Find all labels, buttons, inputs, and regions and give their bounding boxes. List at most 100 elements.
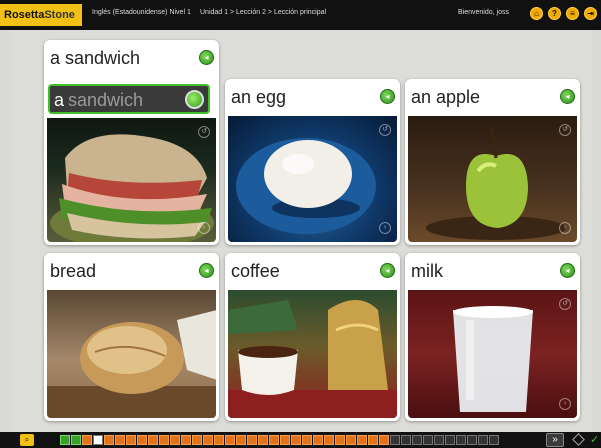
welcome-text: Bienvenido, joss — [458, 9, 509, 16]
answer-ghost-text: sandwich — [68, 90, 144, 110]
photo-egg[interactable]: ↺ › — [228, 116, 397, 242]
progress-cell[interactable] — [148, 435, 158, 445]
speaker-icon[interactable]: ◂ — [199, 263, 214, 278]
progress-cell[interactable] — [368, 435, 378, 445]
progress-cell[interactable] — [236, 435, 246, 445]
logo-text-stone: Stone — [44, 9, 75, 21]
progress-cell[interactable] — [181, 435, 191, 445]
exit-icon[interactable]: ⇥ — [584, 7, 597, 20]
progress-cell[interactable] — [478, 435, 488, 445]
card-word: a sandwich — [50, 48, 141, 68]
progress-track — [60, 435, 499, 445]
card-word: bread — [50, 261, 97, 281]
replay-icon[interactable]: ↺ — [379, 124, 391, 136]
photo-milk[interactable]: ↺ › — [408, 290, 577, 418]
progress-cell[interactable] — [137, 435, 147, 445]
progress-cell[interactable] — [280, 435, 290, 445]
photo-apple[interactable]: ↺ › — [408, 116, 577, 242]
course-name: Inglés (Estadounidense) Nivel 1 — [92, 9, 191, 16]
progress-cell[interactable] — [423, 435, 433, 445]
progress-cell[interactable] — [82, 435, 92, 445]
photo-bread[interactable] — [47, 290, 216, 418]
card-sandwich[interactable]: a sandwich ◂ a sandwich ↺ › — [44, 40, 219, 245]
card-word: milk — [411, 261, 443, 281]
card-milk[interactable]: milk ◂ ↺ › — [405, 253, 580, 421]
progress-cell[interactable] — [192, 435, 202, 445]
bottom-bar: ⌕ » ✓ — [0, 432, 601, 448]
top-icons: ⌂ ? ≡ ⇥ — [530, 7, 597, 20]
progress-cell[interactable] — [159, 435, 169, 445]
answer-input[interactable]: a sandwich — [48, 84, 210, 114]
apple-illustration — [426, 127, 566, 240]
progress-cell[interactable] — [93, 435, 103, 445]
progress-cell[interactable] — [390, 435, 400, 445]
speaker-icon[interactable]: ◂ — [199, 50, 214, 65]
progress-cell[interactable] — [214, 435, 224, 445]
speaker-icon[interactable]: ◂ — [380, 89, 395, 104]
rosetta-stone-logo: RosettaStone — [0, 4, 82, 26]
info-icon[interactable]: › — [379, 222, 391, 234]
progress-cell[interactable] — [456, 435, 466, 445]
card-egg[interactable]: an egg ◂ ↺ › — [225, 79, 400, 245]
settings-icon[interactable]: ≡ — [566, 7, 579, 20]
speaker-icon[interactable]: ◂ — [560, 263, 575, 278]
check-icon: ✓ — [590, 434, 600, 446]
progress-cell[interactable] — [269, 435, 279, 445]
info-icon[interactable]: › — [198, 222, 210, 234]
progress-cell[interactable] — [291, 435, 301, 445]
progress-cell[interactable] — [203, 435, 213, 445]
home-icon[interactable]: ⌂ — [530, 7, 543, 20]
top-bar: RosettaStone Inglés (Estadounidense) Niv… — [0, 0, 601, 30]
milk-illustration — [453, 306, 533, 412]
card-word: an egg — [231, 87, 287, 107]
card-apple[interactable]: an apple ◂ ↺ › — [405, 79, 580, 245]
progress-cell[interactable] — [412, 435, 422, 445]
breadcrumb: Unidad 1 > Lección 2 > Lección principal — [200, 9, 327, 16]
help-icon[interactable]: ? — [548, 7, 561, 20]
speaker-icon[interactable]: ◂ — [380, 263, 395, 278]
progress-cell[interactable] — [401, 435, 411, 445]
zoom-icon[interactable]: ⌕ — [20, 434, 34, 446]
card-word: an apple — [411, 87, 481, 107]
lesson-area: a sandwich ◂ a sandwich ↺ › an egg ◂ ↺ ›… — [12, 30, 592, 432]
speaker-icon[interactable]: ◂ — [560, 89, 575, 104]
progress-cell[interactable] — [313, 435, 323, 445]
replay-icon[interactable]: ↺ — [559, 298, 571, 310]
info-icon[interactable]: › — [559, 222, 571, 234]
progress-cell[interactable] — [115, 435, 125, 445]
progress-cell[interactable] — [302, 435, 312, 445]
coffee-illustration — [228, 300, 397, 418]
info-icon[interactable]: › — [559, 398, 571, 410]
card-bread[interactable]: bread ◂ — [44, 253, 219, 421]
progress-cell[interactable] — [170, 435, 180, 445]
progress-cell[interactable] — [489, 435, 499, 445]
progress-cell[interactable] — [225, 435, 235, 445]
bread-illustration — [47, 310, 216, 418]
progress-cell[interactable] — [357, 435, 367, 445]
progress-cell[interactable] — [324, 435, 334, 445]
progress-cell[interactable] — [126, 435, 136, 445]
progress-cell[interactable] — [467, 435, 477, 445]
diamond-icon[interactable] — [572, 433, 585, 446]
progress-cell[interactable] — [335, 435, 345, 445]
microphone-icon[interactable] — [185, 90, 204, 109]
sandwich-illustration — [50, 134, 214, 242]
egg-illustration — [236, 138, 376, 234]
progress-cell[interactable] — [434, 435, 444, 445]
progress-cell[interactable] — [104, 435, 114, 445]
progress-cell[interactable] — [71, 435, 81, 445]
next-button[interactable]: » — [546, 433, 564, 447]
progress-cell[interactable] — [445, 435, 455, 445]
progress-cell[interactable] — [379, 435, 389, 445]
replay-icon[interactable]: ↺ — [198, 126, 210, 138]
photo-sandwich[interactable]: ↺ › — [47, 118, 216, 242]
progress-cell[interactable] — [258, 435, 268, 445]
progress-cell[interactable] — [247, 435, 257, 445]
card-word: coffee — [231, 261, 280, 281]
replay-icon[interactable]: ↺ — [559, 124, 571, 136]
photo-coffee[interactable] — [228, 290, 397, 418]
card-coffee[interactable]: coffee ◂ — [225, 253, 400, 421]
progress-cell[interactable] — [60, 435, 70, 445]
logo-text-rosetta: Rosetta — [4, 9, 45, 21]
progress-cell[interactable] — [346, 435, 356, 445]
